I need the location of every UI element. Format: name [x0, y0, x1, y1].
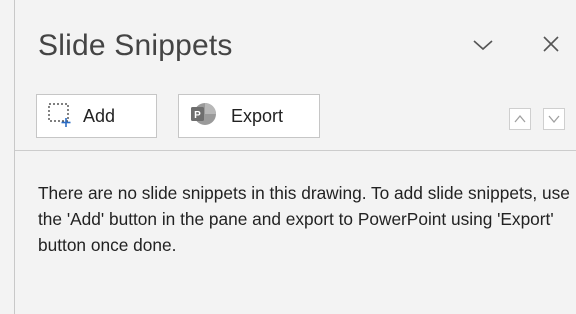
export-button-label: Export: [231, 105, 284, 126]
slide-snippets-pane: Slide Snippets Add P Export There are no…: [0, 0, 576, 314]
chevron-down-icon: [473, 40, 493, 51]
chevron-up-icon: [514, 114, 526, 123]
pane-close-button[interactable]: [537, 30, 565, 58]
empty-state-message: There are no slide snippets in this draw…: [38, 183, 570, 255]
add-button[interactable]: Add: [36, 94, 157, 138]
close-icon: [543, 36, 559, 52]
pane-left-border: [14, 0, 15, 314]
pane-title: Slide Snippets: [38, 29, 233, 62]
chevron-down-icon: [548, 115, 560, 124]
toolbar-divider: [15, 150, 576, 151]
export-button[interactable]: P Export: [178, 94, 320, 138]
pane-options-dropdown[interactable]: [470, 32, 496, 58]
add-button-label: Add: [83, 105, 116, 126]
move-down-button[interactable]: [543, 108, 565, 130]
move-up-button[interactable]: [509, 108, 531, 130]
add-snippet-icon: [47, 101, 73, 132]
svg-text:P: P: [194, 110, 201, 121]
powerpoint-icon: P: [189, 101, 219, 132]
